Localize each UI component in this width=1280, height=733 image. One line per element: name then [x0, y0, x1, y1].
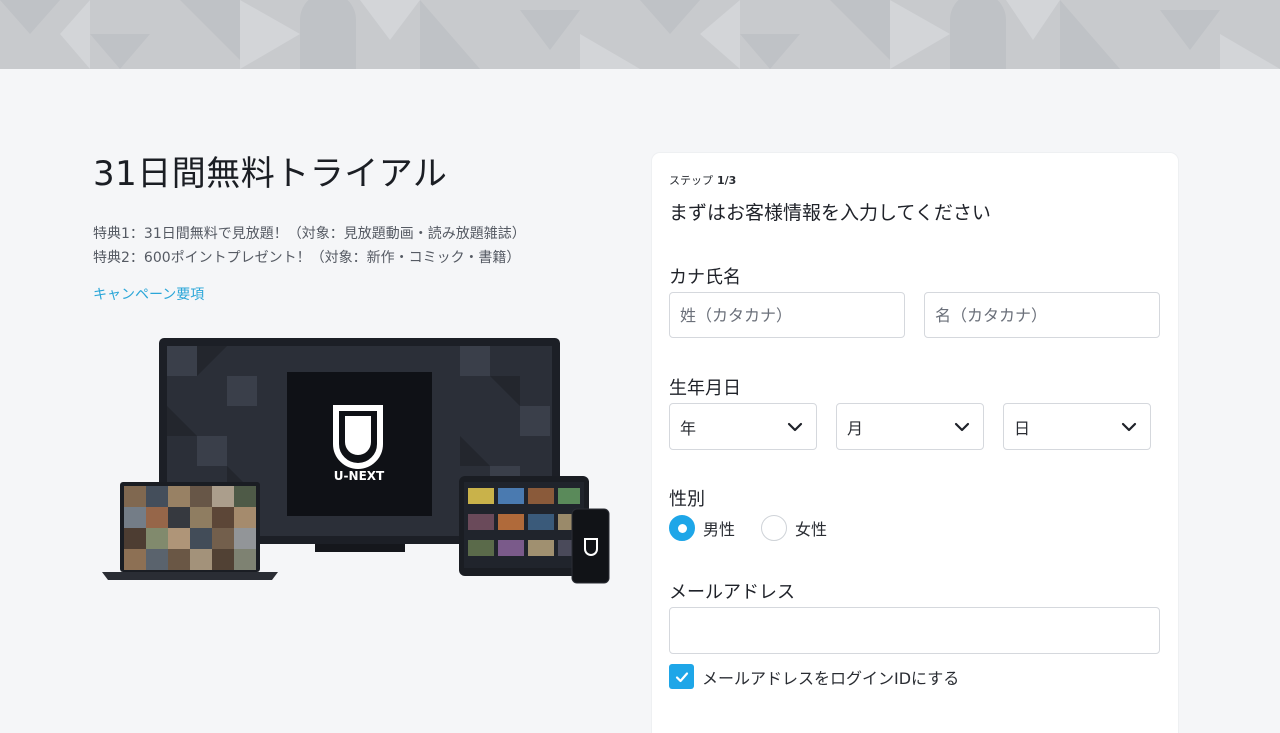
birth-day-select[interactable]: 日	[1003, 403, 1151, 450]
birthdate-label: 生年月日	[669, 378, 741, 399]
step-indicator: ステップ 1/3	[669, 172, 736, 188]
birth-month-select[interactable]: 月	[836, 403, 984, 450]
campaign-terms-link[interactable]: キャンペーン要項	[93, 284, 204, 304]
radio-unselected-icon	[761, 515, 788, 541]
step-label: ステップ	[669, 174, 713, 187]
birth-year-select[interactable]: 年	[669, 403, 817, 450]
perk-list: 特典1：31日間無料で見放題！（対象：見放題動画・読み放題雑誌） 特典2：600…	[93, 222, 613, 270]
birth-year-value: 年	[680, 418, 697, 438]
hero-title: 31日間無料トライアル	[93, 154, 448, 194]
perk-2: 特典2：600ポイントプレゼント！（対象：新作・コミック・書籍）	[93, 250, 521, 266]
first-name-kana-input[interactable]	[924, 292, 1160, 338]
email-input[interactable]	[669, 607, 1160, 654]
chevron-down-icon	[1121, 422, 1137, 431]
gender-male-label: 男性	[703, 520, 736, 539]
chevron-down-icon	[787, 422, 803, 431]
birth-day-value: 日	[1014, 418, 1031, 438]
kana-name-label: カナ氏名	[669, 267, 741, 288]
checkbox-checked-icon[interactable]	[669, 664, 694, 689]
login-id-checkbox-row[interactable]: メールアドレスをログインIDにする	[669, 664, 959, 689]
perk-1: 特典1：31日間無料で見放題！（対象：見放題動画・読み放題雑誌）	[93, 226, 526, 242]
gender-male-radio[interactable]: 男性	[669, 515, 735, 541]
hero-section: 31日間無料トライアル 特典1：31日間無料で見放題！（対象：見放題動画・読み放…	[93, 150, 613, 304]
geometric-pattern	[0, 0, 1280, 69]
devices-illustration: U-NEXT	[100, 336, 620, 588]
gender-radio-group: 男性 女性	[669, 515, 853, 541]
registration-form-card: ステップ1/3 まずはお客様情報を入力してください カナ氏名 生年月日 年 月 …	[652, 153, 1178, 733]
gender-female-radio[interactable]: 女性	[761, 515, 827, 541]
gender-female-label: 女性	[795, 520, 828, 539]
last-name-kana-input[interactable]	[669, 292, 905, 338]
gender-label: 性別	[669, 489, 705, 510]
email-label: メールアドレス	[669, 582, 795, 603]
step-value: 1/3	[717, 174, 737, 187]
top-banner	[0, 0, 1280, 69]
radio-selected-icon	[669, 515, 695, 541]
form-title: まずはお客様情報を入力してください	[669, 202, 991, 224]
login-id-checkbox-label: メールアドレスをログインIDにする	[702, 668, 960, 688]
birth-month-value: 月	[847, 418, 864, 438]
brand-name: U-NEXT	[334, 469, 385, 483]
chevron-down-icon	[954, 422, 970, 431]
